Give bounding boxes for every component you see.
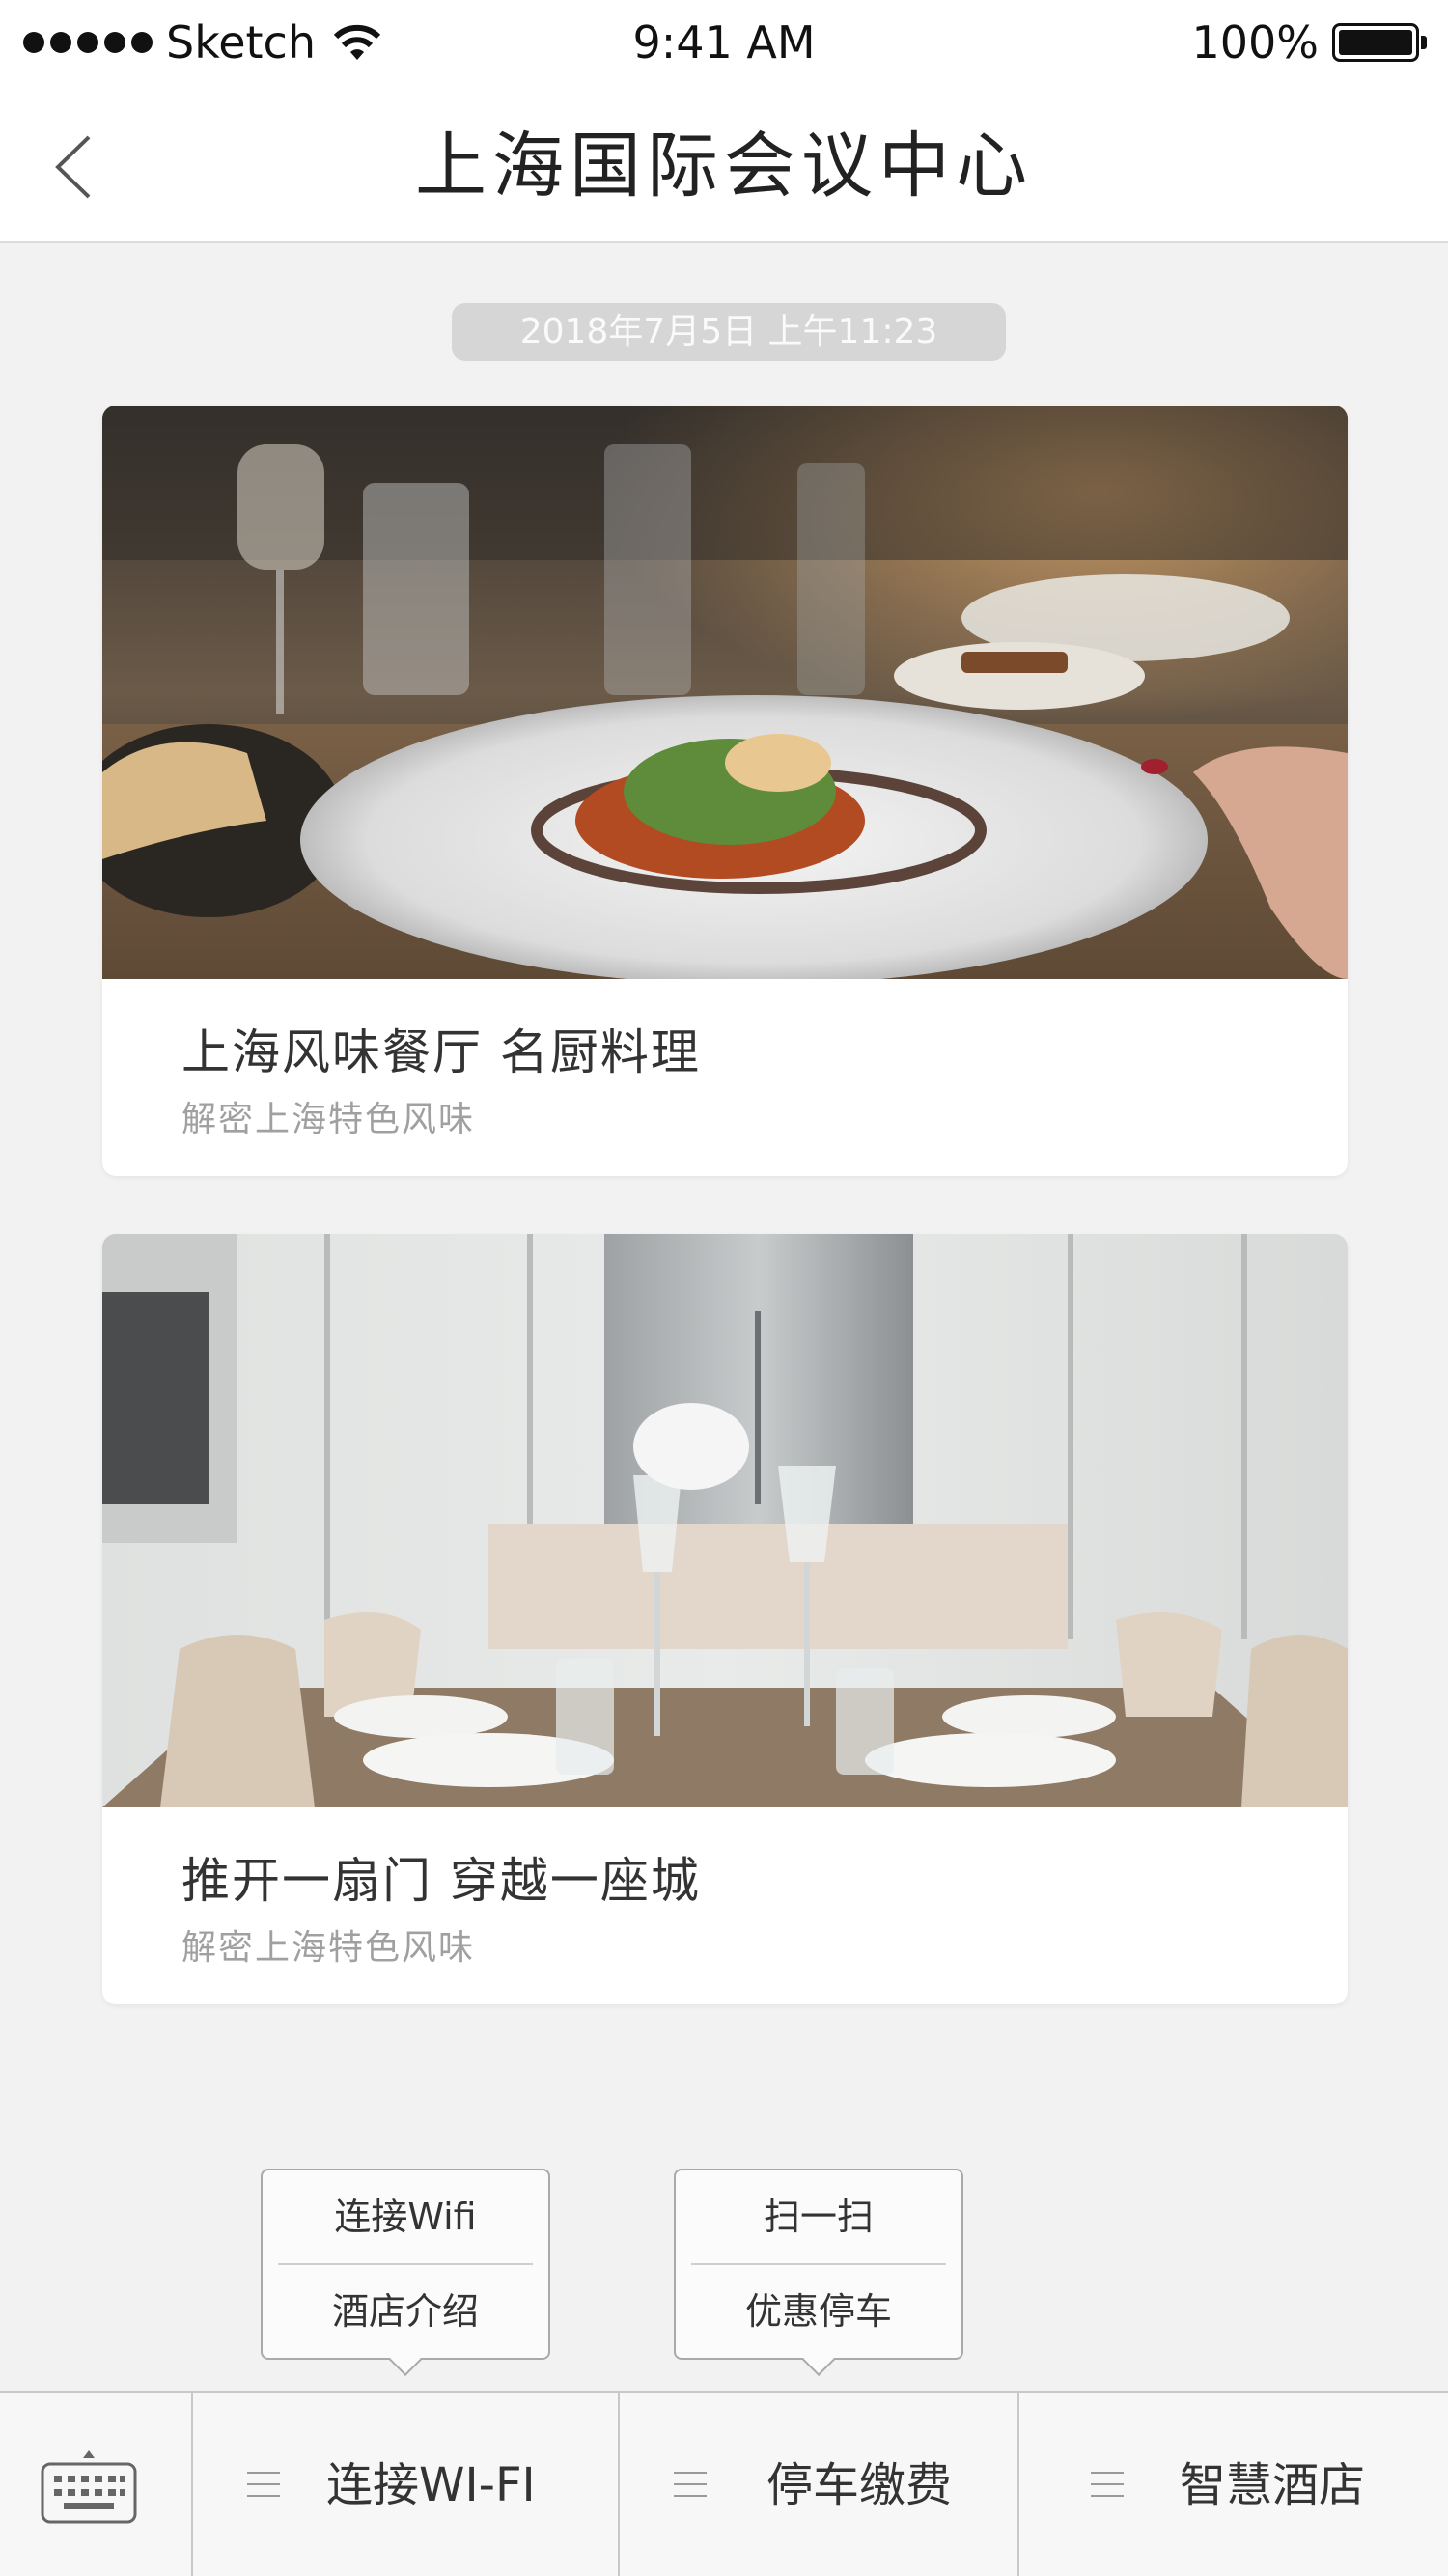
card-title: 上海风味餐厅 名厨料理 bbox=[181, 1024, 701, 1080]
nav-bar: 上海国际会议中心 bbox=[0, 85, 1448, 243]
wifi-submenu: 连接Wifi 酒店介绍 bbox=[261, 2169, 550, 2376]
menu-lines-icon bbox=[674, 2472, 707, 2497]
menu-tab-label: 智慧酒店 bbox=[1180, 2458, 1366, 2512]
menu-tab-wifi[interactable]: 连接WI-FI bbox=[193, 2393, 620, 2576]
message-timestamp: 2018年7月5日 上午11:23 bbox=[452, 303, 1006, 361]
keyboard-icon bbox=[41, 2450, 137, 2524]
restaurant-dish-photo bbox=[102, 406, 1348, 979]
status-bar: Sketch 9:41 AM 100% bbox=[0, 0, 1448, 85]
menu-lines-icon bbox=[247, 2472, 280, 2497]
card-subtitle: 解密上海特色风味 bbox=[181, 1928, 476, 1968]
menu-tab-smart-hotel[interactable]: 智慧酒店 bbox=[1019, 2393, 1448, 2576]
status-right: 100% bbox=[1191, 14, 1427, 71]
dining-room-photo bbox=[102, 1234, 1348, 1807]
menu-lines-icon bbox=[1091, 2472, 1124, 2497]
menu-tab-parking[interactable]: 停车缴费 bbox=[620, 2393, 1019, 2576]
article-card-dining-room[interactable]: 推开一扇门 穿越一座城 解密上海特色风味 bbox=[102, 1234, 1348, 2004]
page-title: 上海国际会议中心 bbox=[415, 125, 1033, 208]
submenu-item-connect-wifi[interactable]: 连接Wifi bbox=[263, 2170, 548, 2263]
bottom-menu-bar: 连接WI-FI 停车缴费 智慧酒店 bbox=[0, 2391, 1448, 2576]
menu-tab-label: 连接WI-FI bbox=[326, 2458, 536, 2512]
article-card-restaurant[interactable]: 上海风味餐厅 名厨料理 解密上海特色风味 bbox=[102, 406, 1348, 1176]
menu-tab-label: 停车缴费 bbox=[766, 2458, 953, 2512]
parking-submenu: 扫一扫 优惠停车 bbox=[674, 2169, 963, 2376]
battery-icon bbox=[1332, 23, 1427, 62]
card-title: 推开一扇门 穿越一座城 bbox=[181, 1853, 701, 1909]
card-subtitle: 解密上海特色风味 bbox=[181, 1100, 476, 1139]
submenu-item-scan[interactable]: 扫一扫 bbox=[676, 2170, 961, 2263]
battery-percentage: 100% bbox=[1191, 16, 1319, 69]
keyboard-toggle-button[interactable] bbox=[0, 2393, 193, 2576]
